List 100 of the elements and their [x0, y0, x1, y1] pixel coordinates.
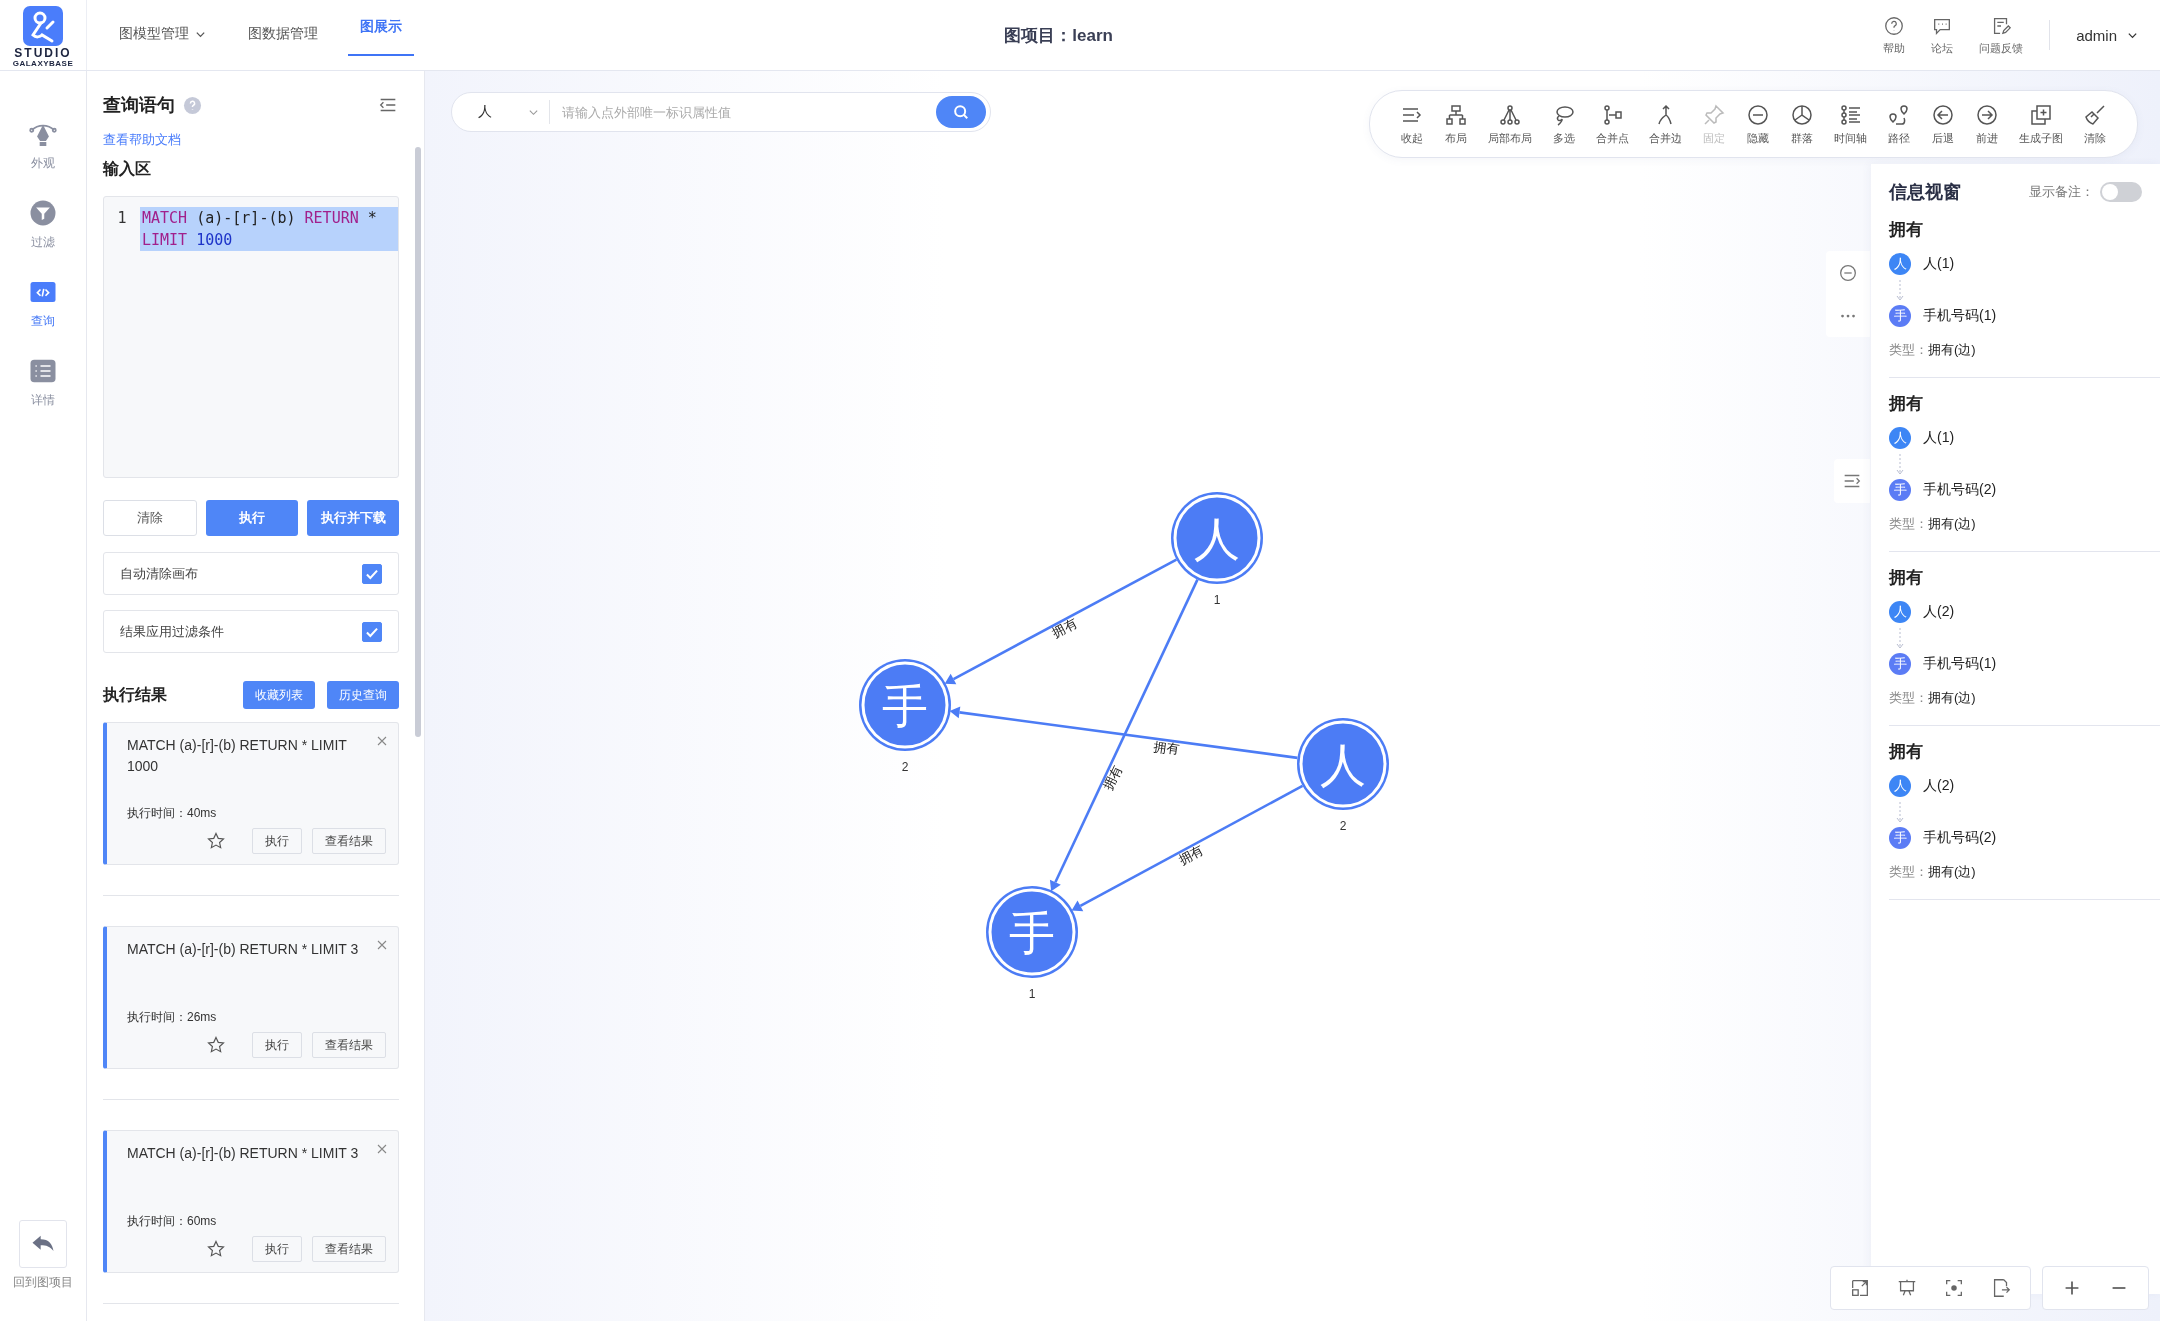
- star-icon[interactable]: [206, 1035, 226, 1055]
- graph-node[interactable]: 手: [986, 886, 1078, 978]
- panel-toggle-tab[interactable]: [1834, 459, 1870, 503]
- star-icon[interactable]: [206, 831, 226, 851]
- result-action-button[interactable]: 执行: [252, 1032, 302, 1058]
- result-query: MATCH (a)-[r]-(b) RETURN * LIMIT 1000: [127, 736, 348, 776]
- toolbar-button[interactable]: 局部布局: [1488, 102, 1532, 146]
- result-time: 执行时间：26ms: [127, 1009, 218, 1026]
- node-name: 人(1): [1923, 429, 1955, 447]
- close-icon[interactable]: [376, 1143, 388, 1155]
- panel-title: 信息视窗: [1889, 181, 1962, 204]
- type-value: 拥有(边): [1928, 342, 1976, 357]
- header-action[interactable]: 问题反馈: [1979, 14, 2024, 56]
- toolbar-button[interactable]: 前进: [1975, 102, 1999, 146]
- rail-item[interactable]: 过滤: [28, 198, 58, 251]
- result-time: 执行时间：60ms: [127, 1213, 218, 1230]
- checkbox[interactable]: [362, 563, 382, 584]
- result-action-button[interactable]: 执行: [252, 1236, 302, 1262]
- toolbar-button[interactable]: 合并边: [1649, 102, 1682, 146]
- header-action[interactable]: 论坛: [1931, 14, 1954, 56]
- result-query: MATCH (a)-[r]-(b) RETURN * LIMIT 3: [127, 940, 360, 959]
- toolbar-button[interactable]: 收起: [1400, 102, 1424, 146]
- result-action-button[interactable]: 执行: [252, 828, 302, 854]
- project-title: 图项目：learn: [1003, 24, 1114, 47]
- type-value: 拥有(边): [1928, 864, 1976, 879]
- relation-title: 拥有: [1889, 393, 1924, 415]
- filter-icon: [28, 198, 58, 228]
- edge-label: 拥有: [1049, 615, 1080, 641]
- toolbar-button[interactable]: 清除: [2083, 102, 2107, 146]
- node-badge: 人: [1889, 775, 1911, 797]
- relation-title: 拥有: [1889, 567, 1924, 589]
- type-label: 类型：: [1889, 864, 1928, 879]
- edge-arrow[interactable]: [944, 558, 1178, 685]
- type-label: 类型：: [1889, 516, 1928, 531]
- expand-icon[interactable]: [1849, 1277, 1871, 1299]
- result-action-button[interactable]: 查看结果: [312, 828, 386, 854]
- node-name: 手机号码(1): [1923, 307, 1997, 325]
- nav-tab[interactable]: 图模型管理: [107, 0, 218, 70]
- back-label: 回到图项目: [13, 1274, 73, 1291]
- node-name: 手机号码(1): [1923, 655, 1997, 673]
- search-icon: [951, 102, 971, 122]
- help-link[interactable]: 查看帮助文档: [103, 131, 399, 149]
- graph-node[interactable]: 人: [1297, 718, 1389, 810]
- node-label: 1: [1213, 593, 1221, 607]
- toolbar-button[interactable]: 生成子图: [2019, 102, 2063, 146]
- node-badge: 手: [1889, 827, 1911, 849]
- header-action[interactable]: 帮助: [1883, 14, 1906, 56]
- toolbar-button[interactable]: 时间轴: [1834, 102, 1867, 146]
- forward-icon: [1975, 102, 1999, 127]
- close-icon[interactable]: [376, 735, 388, 747]
- logo[interactable]: STUDIO GALAXYBASE: [0, 0, 87, 70]
- toolbar-button[interactable]: 合并点: [1596, 102, 1629, 146]
- back-button[interactable]: [19, 1220, 67, 1268]
- community-icon: [1790, 102, 1814, 127]
- node-name: 手机号码(2): [1923, 481, 1997, 499]
- node-name: 人(1): [1923, 255, 1955, 273]
- tree-icon: [1498, 102, 1522, 127]
- node-badge: 人: [1889, 253, 1911, 275]
- node-label: 2: [1339, 819, 1347, 833]
- hide-icon: [1746, 102, 1770, 127]
- toolbar-button[interactable]: 后退: [1931, 102, 1955, 146]
- node-badge: 手: [1889, 653, 1911, 675]
- result-action-button[interactable]: 查看结果: [312, 1032, 386, 1058]
- scrollbar-thumb[interactable]: [415, 147, 421, 737]
- toolbar-button[interactable]: 多选: [1552, 102, 1576, 146]
- edge-label: 拥有: [1152, 738, 1181, 757]
- rail-item[interactable]: 查询: [28, 277, 58, 330]
- search-button[interactable]: [936, 96, 986, 128]
- down-arrow-icon: [1895, 453, 1905, 477]
- user-menu[interactable]: admin: [2076, 26, 2138, 44]
- node-badge: 人: [1889, 601, 1911, 623]
- subgraph-icon: [2029, 102, 2053, 127]
- line-number: 1: [116, 208, 128, 229]
- node-name: 人(2): [1923, 777, 1955, 795]
- input-label: 输入区: [103, 159, 152, 179]
- nav-tab[interactable]: 图展示: [348, 0, 414, 56]
- result-query: MATCH (a)-[r]-(b) RETURN * LIMIT 3: [127, 1144, 360, 1163]
- node-badge: 手: [1889, 305, 1911, 327]
- toggle-switch[interactable]: [2100, 182, 2142, 202]
- edge-label: 拥有: [1100, 762, 1126, 793]
- type-select[interactable]: 人: [478, 100, 550, 124]
- query-button[interactable]: 清除: [103, 500, 197, 537]
- nav-tab[interactable]: 图数据管理: [236, 0, 330, 70]
- star-icon[interactable]: [206, 1239, 226, 1259]
- relation-title: 拥有: [1889, 741, 1924, 763]
- code-editor[interactable]: 1 MATCH (a)-[r]-(b) RETURN * LIMIT 1000: [103, 196, 399, 479]
- down-arrow-icon: [1895, 279, 1905, 303]
- checkbox[interactable]: [362, 621, 382, 642]
- focus-icon[interactable]: [1943, 1277, 1965, 1299]
- graph-node[interactable]: 手: [859, 659, 951, 751]
- option-label: 结果应用过滤条件: [120, 622, 224, 641]
- edge-arrow[interactable]: [949, 706, 1298, 760]
- toolbar-button[interactable]: 路径: [1887, 102, 1911, 146]
- toolbar-button[interactable]: 隐藏: [1746, 102, 1770, 146]
- toolbar-button[interactable]: 群落: [1790, 102, 1814, 146]
- result-action-button[interactable]: 查看结果: [312, 1236, 386, 1262]
- graph-node[interactable]: 人: [1171, 492, 1263, 584]
- close-icon[interactable]: [376, 939, 388, 951]
- toolbar-button[interactable]: 布局: [1444, 102, 1468, 146]
- result-time: 执行时间：40ms: [127, 805, 218, 822]
